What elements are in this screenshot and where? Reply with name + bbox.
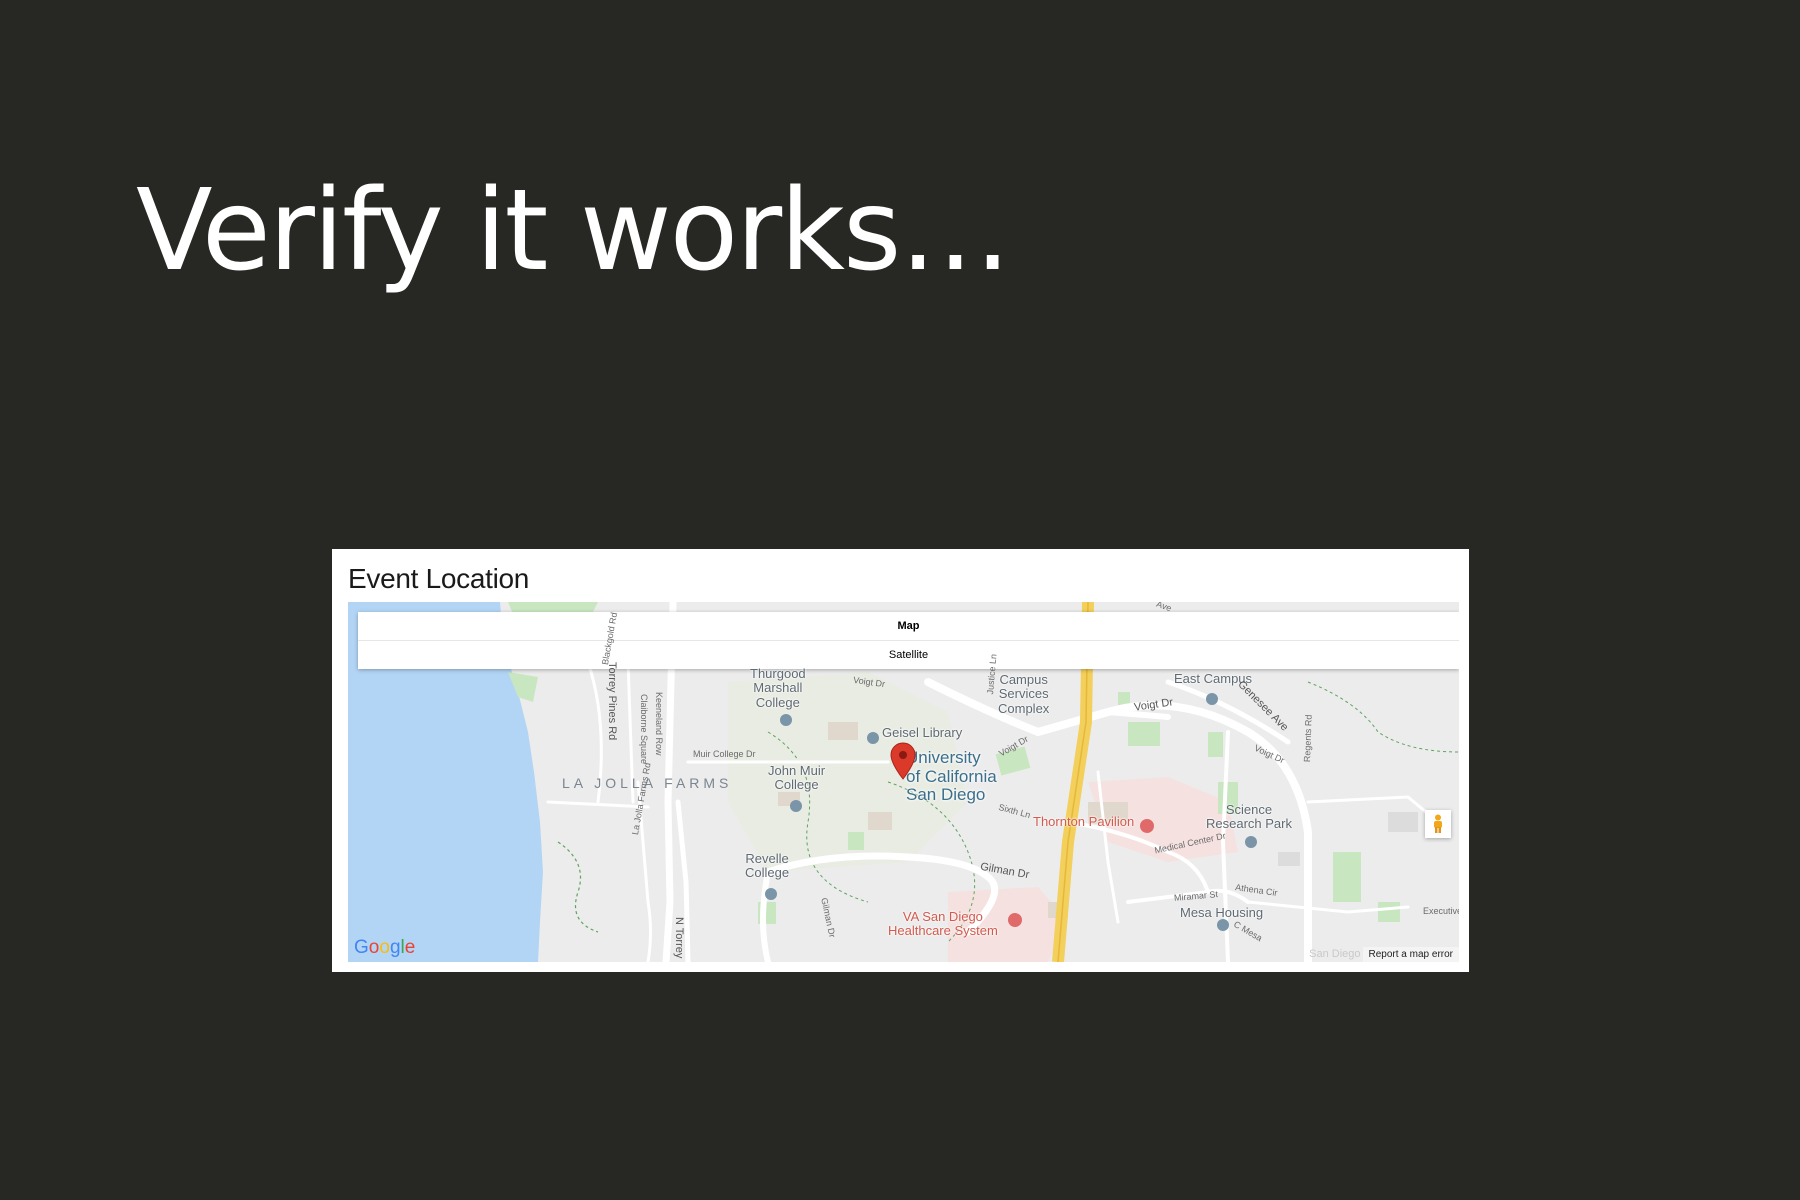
label-ucsd[interactable]: University of California San Diego — [906, 748, 997, 805]
map-type-control: Map Satellite — [358, 612, 1459, 669]
street-executive: Executive — [1423, 906, 1459, 916]
slide-title: Verify it works… — [136, 166, 1011, 296]
map-footer-faded-text: San Diego — [1309, 948, 1361, 960]
map-view[interactable]: Map Satellite Thurgood Marshall College … — [348, 602, 1459, 962]
street-keeneland-row: Keeneland Row — [654, 692, 664, 756]
building-6 — [1278, 852, 1300, 866]
park-2 — [1128, 722, 1160, 746]
label-thornton-pavilion[interactable]: Thornton Pavilion — [1033, 814, 1134, 829]
map-type-map-button[interactable]: Map — [358, 612, 1459, 640]
event-location-card: Event Location Map Satellite Thurgood Ma… — [332, 549, 1469, 972]
park-7 — [1208, 732, 1223, 757]
map-footer: San Diego Report a map error — [1309, 946, 1459, 962]
google-logo[interactable]: Google — [354, 937, 415, 959]
street-n-torrey: N Torrey — [673, 917, 685, 959]
park-9 — [1378, 902, 1400, 922]
label-science-research-park[interactable]: Science Research Park — [1206, 802, 1292, 832]
building-2 — [868, 812, 892, 830]
label-john-muir-college[interactable]: John Muir College — [768, 763, 825, 793]
label-campus-services-complex[interactable]: Campus Services Complex — [998, 672, 1049, 716]
poi-pin-geisel — [867, 732, 879, 744]
street-torrey-pines-rd: Torrey Pines Rd — [606, 662, 618, 741]
building-7 — [1388, 812, 1418, 832]
poi-pin-thornton — [1140, 819, 1154, 833]
park-6 — [1333, 852, 1361, 902]
map-type-satellite-button[interactable]: Satellite — [358, 641, 1459, 669]
label-va-san-diego[interactable]: VA San Diego Healthcare System — [888, 909, 998, 939]
poi-pin-muir — [790, 800, 802, 812]
location-marker-icon[interactable] — [890, 742, 916, 780]
label-geisel-library[interactable]: Geisel Library — [882, 725, 962, 740]
poi-pin-revelle — [765, 888, 777, 900]
poi-pin-mesa — [1217, 919, 1229, 931]
poi-pin-east-campus — [1206, 693, 1218, 705]
pegman-icon — [1434, 814, 1442, 833]
poi-pin-science — [1245, 836, 1257, 848]
street-regents-rd: Regents Rd — [1302, 714, 1314, 763]
park-5 — [848, 832, 864, 850]
card-title: Event Location — [348, 563, 530, 594]
label-thurgood-marshall-college[interactable]: Thurgood Marshall College — [750, 666, 806, 710]
street-view-pegman-button[interactable] — [1425, 810, 1451, 838]
street-claiborne-square: Claiborne Square — [639, 694, 649, 765]
building-1 — [828, 722, 858, 740]
google-logo-text: Google — [354, 937, 416, 958]
label-mesa-housing[interactable]: Mesa Housing — [1180, 905, 1263, 920]
poi-pin-thurgood — [780, 714, 792, 726]
poi-pin-va — [1008, 913, 1022, 927]
report-map-error-link[interactable]: Report a map error — [1362, 946, 1459, 962]
label-revelle-college[interactable]: Revelle College — [745, 851, 789, 881]
street-muir-college-dr: Muir College Dr — [693, 749, 756, 759]
